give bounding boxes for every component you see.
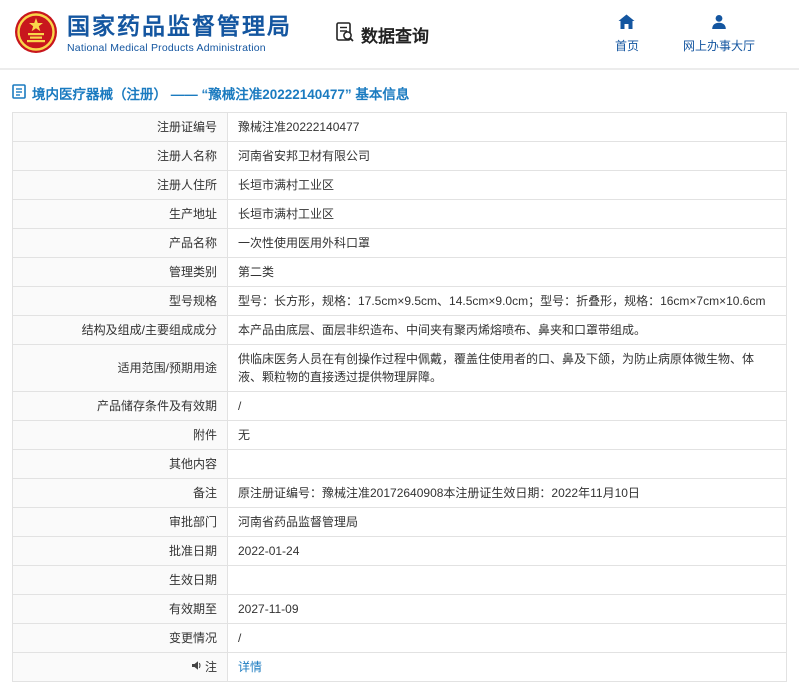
row-label: 附件 <box>13 421 228 450</box>
row-label: 适用范围/预期用途 <box>13 345 228 392</box>
table-row: 管理类别 第二类 <box>13 258 787 287</box>
row-label: 变更情况 <box>13 624 228 653</box>
section-title: 数据查询 <box>334 21 429 48</box>
row-value: 原注册证编号：豫械注准20172640908本注册证生效日期：2022年11月1… <box>228 479 787 508</box>
org-name-cn: 国家药品监督管理局 <box>67 14 292 39</box>
nav-item-label: 网上办事大厅 <box>683 37 755 54</box>
row-value: 长垣市满村工业区 <box>228 200 787 229</box>
row-value: 河南省药品监督管理局 <box>228 508 787 537</box>
org-name-en: National Medical Products Administration <box>67 42 292 54</box>
table-row: 产品储存条件及有效期 / <box>13 392 787 421</box>
nav-item-home[interactable]: 首页 <box>615 14 639 54</box>
table-row: 适用范围/预期用途 供临床医务人员在有创操作过程中佩戴，覆盖住使用者的口、鼻及下… <box>13 345 787 392</box>
row-label: 有效期至 <box>13 595 228 624</box>
row-label: 注 <box>13 653 228 682</box>
table-row: 注册人住所 长垣市满村工业区 <box>13 171 787 200</box>
row-value: 2027-11-09 <box>228 595 787 624</box>
table-row: 结构及组成/主要组成成分 本产品由底层、面层非织造布、中间夹有聚丙烯熔喷布、鼻夹… <box>13 316 787 345</box>
details-link[interactable]: 详情 <box>238 660 262 674</box>
row-label: 结构及组成/主要组成成分 <box>13 316 228 345</box>
page-title-bar: 境内医疗器械（注册） —— “豫械注准20222140477” 基本信息 <box>0 70 799 112</box>
table-row: 批准日期 2022-01-24 <box>13 537 787 566</box>
home-icon <box>618 14 635 33</box>
row-label: 产品名称 <box>13 229 228 258</box>
brand-text: 国家药品监督管理局 National Medical Products Admi… <box>67 14 292 54</box>
row-label: 其他内容 <box>13 450 228 479</box>
table-row: 变更情况 / <box>13 624 787 653</box>
row-label: 注册证编号 <box>13 113 228 142</box>
row-value: 详情 <box>228 653 787 682</box>
row-label: 审批部门 <box>13 508 228 537</box>
table-row: 备注 原注册证编号：豫械注准20172640908本注册证生效日期：2022年1… <box>13 479 787 508</box>
note-label: 注 <box>205 658 217 676</box>
row-label: 批准日期 <box>13 537 228 566</box>
table-row: 其他内容 <box>13 450 787 479</box>
row-label: 型号规格 <box>13 287 228 316</box>
table-row: 注 详情 <box>13 653 787 682</box>
table-row: 有效期至 2027-11-09 <box>13 595 787 624</box>
document-icon <box>12 84 26 102</box>
row-label: 注册人住所 <box>13 171 228 200</box>
table-row: 附件 无 <box>13 421 787 450</box>
table-row: 型号规格 型号：长方形，规格：17.5cm×9.5cm、14.5cm×9.0cm… <box>13 287 787 316</box>
page-title: 境内医疗器械（注册） —— “豫械注准20222140477” 基本信息 <box>32 83 409 103</box>
person-icon <box>711 14 727 33</box>
row-label: 注册人名称 <box>13 142 228 171</box>
table-row: 注册人名称 河南省安邦卫材有限公司 <box>13 142 787 171</box>
row-value: / <box>228 624 787 653</box>
data-query-icon <box>334 21 356 48</box>
row-value: 第二类 <box>228 258 787 287</box>
nav-item-label: 首页 <box>615 37 639 54</box>
top-nav: 首页 网上办事大厅 <box>615 14 773 54</box>
registration-info-table: 注册证编号 豫械注准20222140477 注册人名称 河南省安邦卫材有限公司 … <box>12 112 787 682</box>
row-value: 2022-01-24 <box>228 537 787 566</box>
row-label: 生效日期 <box>13 566 228 595</box>
note-icon <box>191 658 202 676</box>
section-title-label: 数据查询 <box>361 22 429 47</box>
row-value <box>228 450 787 479</box>
row-label: 生产地址 <box>13 200 228 229</box>
row-value: 供临床医务人员在有创操作过程中佩戴，覆盖住使用者的口、鼻及下颌，为防止病原体微生… <box>228 345 787 392</box>
nav-item-service-hall[interactable]: 网上办事大厅 <box>683 14 755 54</box>
table-row: 生效日期 <box>13 566 787 595</box>
row-value: 河南省安邦卫材有限公司 <box>228 142 787 171</box>
table-row: 注册证编号 豫械注准20222140477 <box>13 113 787 142</box>
row-value: 型号：长方形，规格：17.5cm×9.5cm、14.5cm×9.0cm；型号：折… <box>228 287 787 316</box>
table-row: 审批部门 河南省药品监督管理局 <box>13 508 787 537</box>
top-header: 国家药品监督管理局 National Medical Products Admi… <box>0 0 799 70</box>
row-value: 无 <box>228 421 787 450</box>
row-label: 产品储存条件及有效期 <box>13 392 228 421</box>
row-value: 长垣市满村工业区 <box>228 171 787 200</box>
row-value: / <box>228 392 787 421</box>
national-emblem-icon <box>14 10 58 59</box>
row-value: 一次性使用医用外科口罩 <box>228 229 787 258</box>
row-value: 本产品由底层、面层非织造布、中间夹有聚丙烯熔喷布、鼻夹和口罩带组成。 <box>228 316 787 345</box>
row-value: 豫械注准20222140477 <box>228 113 787 142</box>
row-label: 备注 <box>13 479 228 508</box>
brand: 国家药品监督管理局 National Medical Products Admi… <box>14 10 292 59</box>
row-label: 管理类别 <box>13 258 228 287</box>
row-value <box>228 566 787 595</box>
table-row: 产品名称 一次性使用医用外科口罩 <box>13 229 787 258</box>
table-row: 生产地址 长垣市满村工业区 <box>13 200 787 229</box>
